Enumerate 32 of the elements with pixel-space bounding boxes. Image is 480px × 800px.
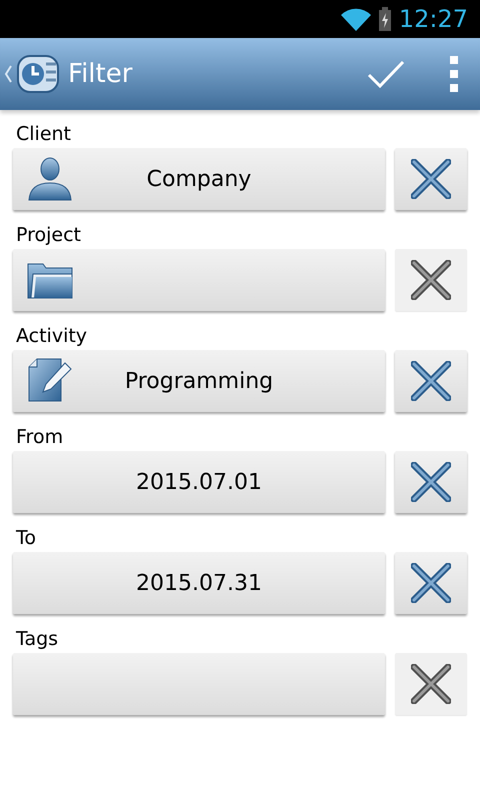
clear-button[interactable] xyxy=(395,148,467,210)
clear-button[interactable] xyxy=(395,451,467,513)
close-icon xyxy=(411,260,451,300)
back-caret-icon xyxy=(4,65,12,83)
field-label: Project xyxy=(16,223,82,248)
field-label: From xyxy=(16,425,64,450)
field-label: Tags xyxy=(16,627,60,652)
status-time: 12:27 xyxy=(398,4,468,35)
field-label: Activity xyxy=(16,324,88,349)
picker-button[interactable]: Programming xyxy=(13,350,385,412)
picker-button[interactable]: 2015.07.01 xyxy=(13,451,385,513)
more-icon xyxy=(450,56,458,92)
checkmark-icon xyxy=(367,60,405,88)
picker-button[interactable] xyxy=(13,249,385,311)
wifi-icon xyxy=(340,7,371,31)
battery-icon xyxy=(378,7,391,31)
field-label: Client xyxy=(16,122,72,147)
clear-button[interactable] xyxy=(395,552,467,614)
close-icon xyxy=(411,361,451,401)
screen-title: Filter xyxy=(68,58,134,90)
field-label: To xyxy=(16,526,38,551)
close-icon xyxy=(411,664,451,704)
note-pencil-icon xyxy=(27,357,73,403)
picker-button[interactable]: Company xyxy=(13,148,385,210)
clock-list-icon xyxy=(16,52,60,96)
close-icon xyxy=(411,563,451,603)
person-icon xyxy=(27,155,73,201)
close-icon xyxy=(411,159,451,199)
folder-icon xyxy=(27,261,73,299)
picker-button[interactable]: 2015.07.31 xyxy=(13,552,385,614)
close-icon xyxy=(411,462,451,502)
clear-button[interactable] xyxy=(395,350,467,412)
